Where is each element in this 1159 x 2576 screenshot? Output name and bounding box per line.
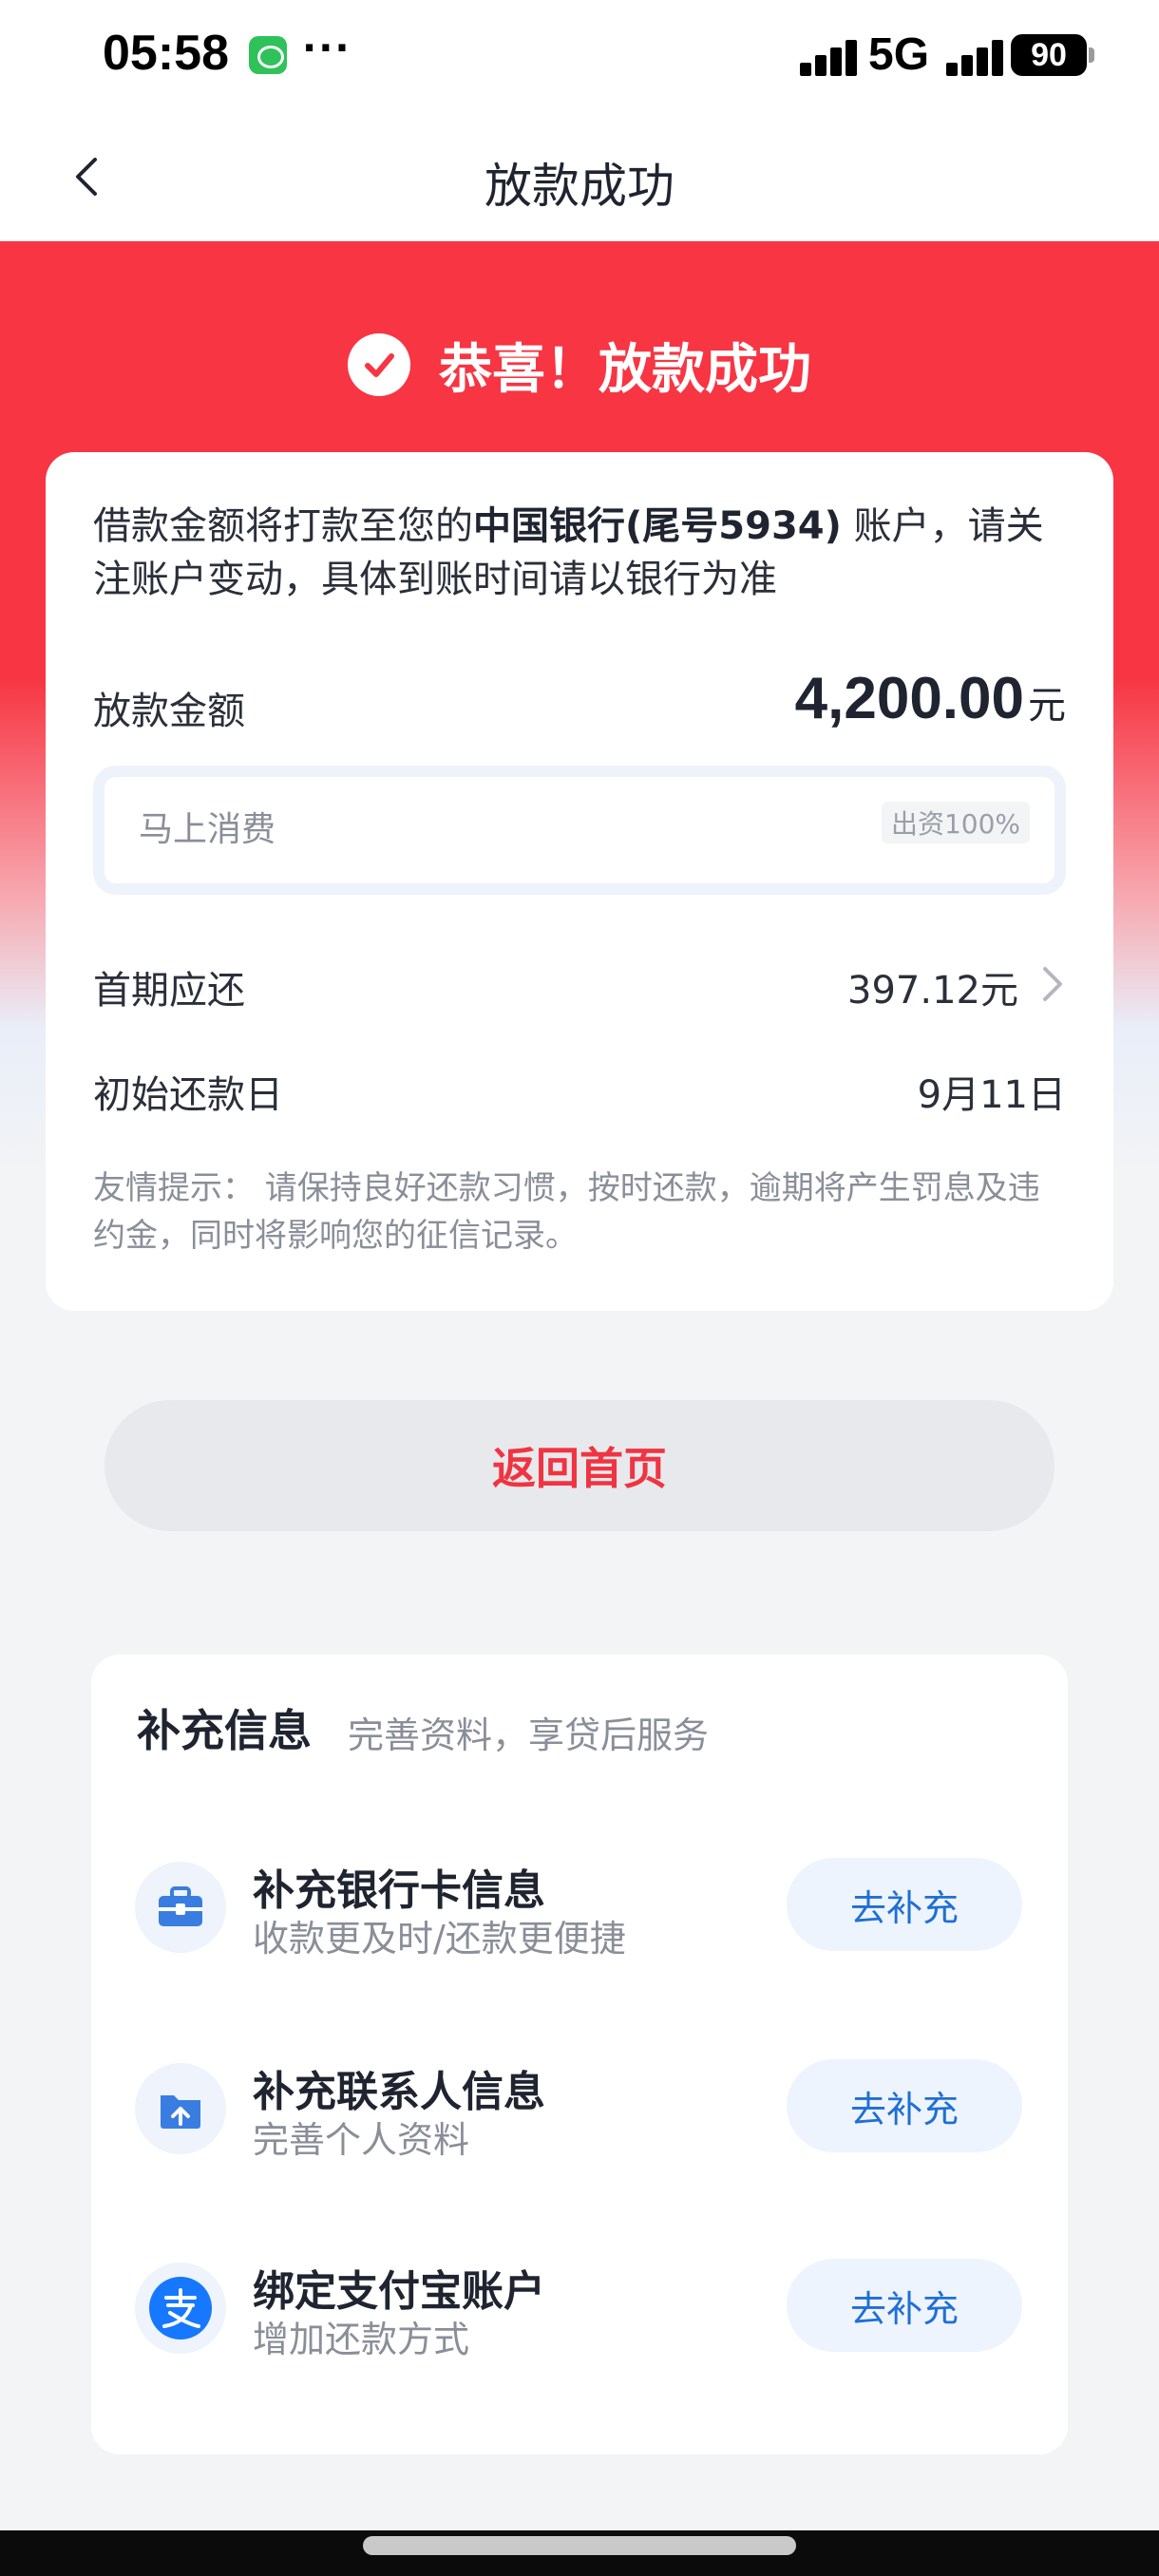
toolbox-icon [135,1862,226,1953]
item-title-bank-card: 补充银行卡信息 [253,1866,545,1915]
friendly-tip: 友情提示： 请保持良好还款习惯，按时还款，逾期将产生罚息及违约金，同时将影响您的… [93,1169,1040,1255]
chat-notification-icon [249,36,287,74]
supplementary-subtitle: 完善资料，享贷后服务 [348,1714,710,1756]
supplementary-title: 补充信息 [137,1705,312,1756]
disbursement-notice: 借款金额将打款至您的中国银行(尾号5934) 账户，请关注账户变动，具体到账时间… [93,504,1044,601]
bind-alipay-button[interactable]: 去补充 [787,2259,1022,2352]
supplement-bank-card-button[interactable]: 去补充 [787,1858,1022,1951]
lender-share-badge: 出资100% [881,802,1030,843]
alipay-icon [135,2263,226,2354]
supplementary-info-card: 补充信息 完善资料，享贷后服务 补充银行卡信息 收款更及时/还款更便捷 去补充 … [91,1655,1068,2454]
loan-info-card: 借款金额将打款至您的中国银行(尾号5934) 账户，请关注账户变动，具体到账时间… [46,452,1113,1311]
more-notifications-icon: ··· [302,27,352,70]
success-title: 恭喜！放款成功 [439,338,811,401]
success-header: 恭喜！放款成功 [0,327,1159,403]
amount-label: 放款金额 [93,690,245,733]
battery-tip [1089,47,1094,63]
page-title: 放款成功 [484,159,674,214]
lender-name: 马上消费 [139,810,276,849]
start-date-label: 初始还款日 [93,1073,283,1117]
network-type-label: 5G [868,29,930,80]
status-bar: 05:58 ··· 5G 90 [0,0,1159,112]
item-title-contact: 补充联系人信息 [253,2068,545,2116]
cellular-signal-icon-2 [946,38,1013,76]
status-time: 05:58 [103,26,229,81]
check-circle-icon [348,333,410,396]
upload-folder-icon [135,2063,226,2154]
item-desc-contact: 完善个人资料 [253,2119,470,2161]
return-home-button[interactable]: 返回首页 [104,1400,1054,1531]
item-title-alipay: 绑定支付宝账户 [253,2267,545,2316]
first-payment-value[interactable]: 397.12元 [847,959,1018,1014]
home-indicator[interactable] [363,2536,796,2555]
item-desc-alipay: 增加还款方式 [253,2319,470,2360]
cellular-signal-icon [800,38,866,76]
item-desc-bank-card: 收款更及时/还款更便捷 [253,1918,626,1960]
nav-bar: 放款成功 [0,112,1159,241]
bank-account-name: 中国银行(尾号5934) [473,504,842,548]
start-date-value: 9月11日 [917,1073,1066,1117]
amount-unit: 元 [1028,685,1066,727]
first-payment-label: 首期应还 [93,969,245,1013]
supplement-contact-button[interactable]: 去补充 [787,2059,1022,2152]
amount-value: 4,200.00 元 [794,666,1066,731]
chevron-right-icon[interactable] [1039,965,1066,1003]
battery-icon: 90 [1011,34,1087,76]
lender-box: 马上消费 出资100% [93,766,1066,895]
